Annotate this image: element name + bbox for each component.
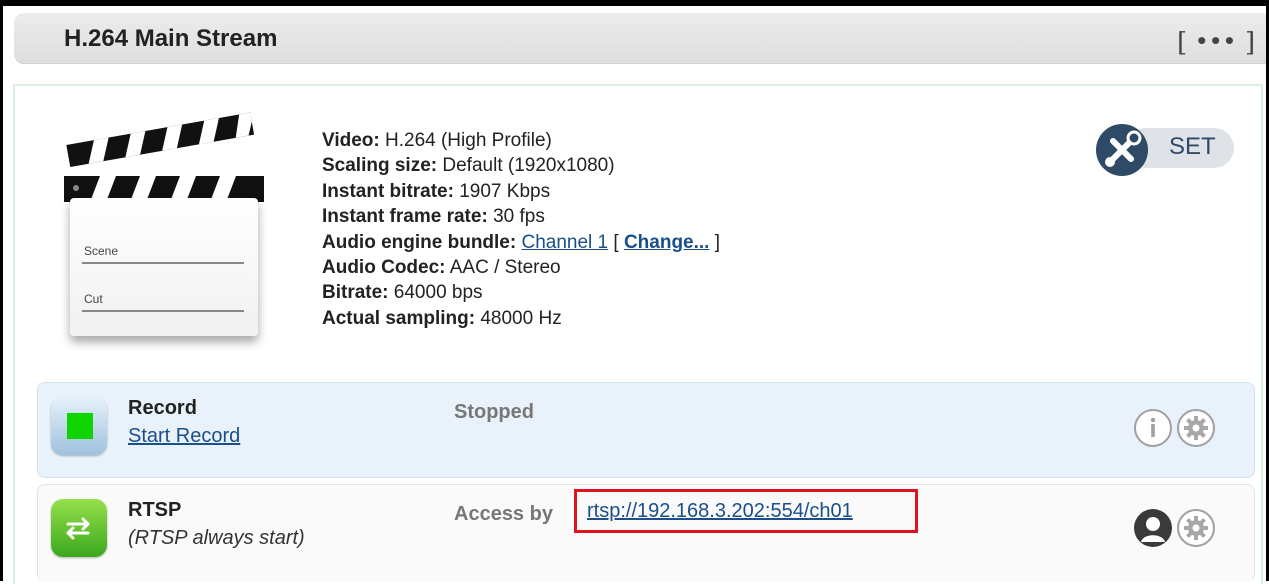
rtsp-title: RTSP xyxy=(128,499,182,521)
record-title: Record xyxy=(128,397,197,419)
record-square-icon xyxy=(67,413,93,439)
rtsp-access-label: Access by xyxy=(454,503,553,525)
rtsp-url-link[interactable]: rtsp://192.168.3.202:554/ch01 xyxy=(574,489,918,533)
start-record-link[interactable]: Start Record xyxy=(128,425,240,448)
tools-icon xyxy=(1096,124,1148,176)
record-gear-icon[interactable] xyxy=(1177,409,1215,447)
stream-header: H.264 Main Stream xyxy=(14,13,1266,64)
set-button[interactable]: SET xyxy=(1096,124,1238,176)
rtsp-row: RTSP (RTSP always start) Access by rtsp:… xyxy=(37,484,1255,582)
record-status: Stopped xyxy=(454,401,534,423)
stream-title: H.264 Main Stream xyxy=(64,25,278,52)
panel-border-right xyxy=(1261,84,1263,584)
detail-bitrate: Instant bitrate: 1907 Kbps xyxy=(322,180,551,202)
window-frame-left xyxy=(0,0,3,581)
record-row: Record Start Record Stopped xyxy=(37,382,1255,478)
rtsp-tile-icon[interactable] xyxy=(51,499,107,557)
info-icon[interactable] xyxy=(1134,409,1172,447)
panel-border-top xyxy=(13,84,1263,86)
rtsp-gear-icon[interactable] xyxy=(1177,509,1215,547)
more-dots-icon: ••• xyxy=(1195,29,1237,53)
cut-line xyxy=(82,310,244,312)
audio-bundle-link[interactable]: Channel 1 xyxy=(521,232,608,253)
detail-framerate: Instant frame rate: 30 fps xyxy=(322,206,545,228)
detail-audio-bundle: Audio engine bundle: Channel 1 [ Change.… xyxy=(322,231,721,253)
scene-label: Scene xyxy=(84,244,119,258)
user-icon[interactable] xyxy=(1134,509,1172,547)
panel-border-left xyxy=(13,84,15,584)
window-frame-top xyxy=(0,0,1269,6)
rtsp-subtitle: (RTSP always start) xyxy=(128,527,305,549)
detail-audio-bitrate: Bitrate: 64000 bps xyxy=(322,282,483,304)
stream-details: Video: H.264 (High Profile) Scaling size… xyxy=(322,128,720,331)
clapperboard-icon: Scene Cut xyxy=(58,112,268,350)
record-tile-icon[interactable] xyxy=(51,397,107,455)
set-button-label: SET xyxy=(1169,133,1216,160)
scene-line xyxy=(82,262,244,264)
detail-video: Video: H.264 (High Profile) xyxy=(322,130,552,151)
more-options-button[interactable]: [ ••• ] xyxy=(1177,24,1257,62)
detail-scaling: Scaling size: Default (1920x1080) xyxy=(322,155,615,177)
change-link[interactable]: Change... xyxy=(624,232,710,253)
detail-sampling: Actual sampling: 48000 Hz xyxy=(322,307,562,329)
clapperboard-slate: Scene Cut xyxy=(70,198,258,336)
detail-audio-codec: Audio Codec: AAC / Stereo xyxy=(322,257,561,279)
cut-label: Cut xyxy=(84,292,103,306)
